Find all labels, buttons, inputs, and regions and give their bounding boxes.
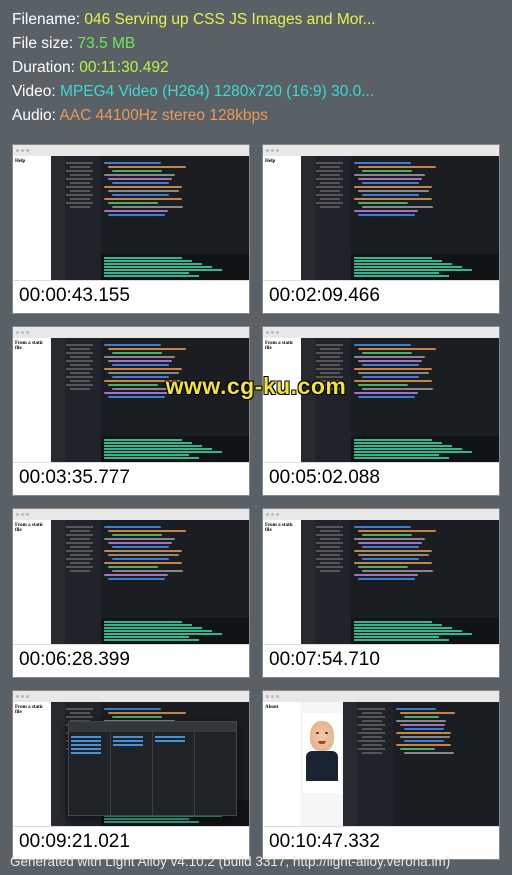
thumbnail-card[interactable]: From a static file 00:07:54.710	[262, 508, 500, 678]
browser-chrome	[13, 691, 249, 702]
browser-chrome	[263, 691, 499, 702]
thumbnail-card[interactable]: Help 00:02:09.466	[262, 144, 500, 314]
thumbnail-timestamp: 00:05:02.088	[263, 463, 499, 495]
thumbnail-image: About	[263, 691, 499, 827]
thumbnail-timestamp: 00:02:09.466	[263, 281, 499, 313]
browser-chrome	[13, 509, 249, 520]
filename-value: 046 Serving up CSS JS Images and Mor...	[84, 11, 375, 28]
browser-page: Help	[263, 156, 301, 280]
filesize-label: File size:	[12, 35, 73, 52]
thumbnail-timestamp: 00:07:54.710	[263, 645, 499, 677]
thumbnail-grid: Help 00:00:43.155 Help	[0, 144, 512, 860]
thumbnail-card[interactable]: From a static file 00:03:35.777	[12, 326, 250, 496]
thumbnail-timestamp: 00:06:28.399	[13, 645, 249, 677]
audio-value: AAC 44100Hz stereo 128kbps	[59, 107, 268, 124]
audio-label: Audio:	[12, 107, 56, 124]
thumbnail-image: From a static file	[13, 509, 249, 645]
thumbnail-image: From a static file	[13, 691, 249, 827]
duration-label: Duration:	[12, 59, 75, 76]
browser-chrome	[263, 327, 499, 338]
finder-popup	[68, 721, 237, 816]
thumbnail-card[interactable]: About 00:10:47.332	[262, 690, 500, 860]
browser-chrome	[263, 509, 499, 520]
browser-chrome	[13, 145, 249, 156]
code-editor	[301, 520, 499, 644]
duration-value: 00:11:30.492	[79, 59, 168, 76]
thumbnail-card[interactable]: From a static file 00:09:21.021	[12, 690, 250, 860]
code-editor	[51, 520, 249, 644]
thumbnail-image: From a static file	[263, 509, 499, 645]
code-editor	[51, 338, 249, 462]
video-value: MPEG4 Video (H264) 1280x720 (16:9) 30.0.…	[60, 83, 374, 100]
code-editor	[301, 156, 499, 280]
thumbnail-image: Help	[263, 145, 499, 281]
thumbnail-timestamp: 00:03:35.777	[13, 463, 249, 495]
browser-chrome	[263, 145, 499, 156]
thumbnail-image: From a static file	[13, 327, 249, 463]
thumbnail-card[interactable]: Help 00:00:43.155	[12, 144, 250, 314]
thumbnail-image: From a static file	[263, 327, 499, 463]
thumbnail-image: Help	[13, 145, 249, 281]
filesize-value: 73.5 MB	[77, 35, 135, 52]
thumbnail-card[interactable]: From a static file 00:05:02.088	[262, 326, 500, 496]
browser-page: Help	[13, 156, 51, 280]
browser-page: From a static file	[13, 338, 51, 462]
browser-page: About	[263, 702, 301, 826]
browser-page: From a static file	[13, 520, 51, 644]
webcam-face	[303, 713, 341, 793]
browser-page: From a static file	[263, 338, 301, 462]
code-editor	[343, 702, 499, 826]
generator-footer: Generated with Light Alloy v4.10.2 (buil…	[10, 854, 450, 869]
code-editor	[301, 338, 499, 462]
filename-label: Filename:	[12, 11, 80, 28]
video-label: Video:	[12, 83, 56, 100]
file-metadata: Filename: 046 Serving up CSS JS Images a…	[0, 0, 512, 144]
browser-page: From a static file	[263, 520, 301, 644]
code-editor	[51, 156, 249, 280]
browser-page: From a static file	[13, 702, 51, 826]
browser-chrome	[13, 327, 249, 338]
thumbnail-timestamp: 00:00:43.155	[13, 281, 249, 313]
thumbnail-card[interactable]: From a static file 00:06:28.399	[12, 508, 250, 678]
